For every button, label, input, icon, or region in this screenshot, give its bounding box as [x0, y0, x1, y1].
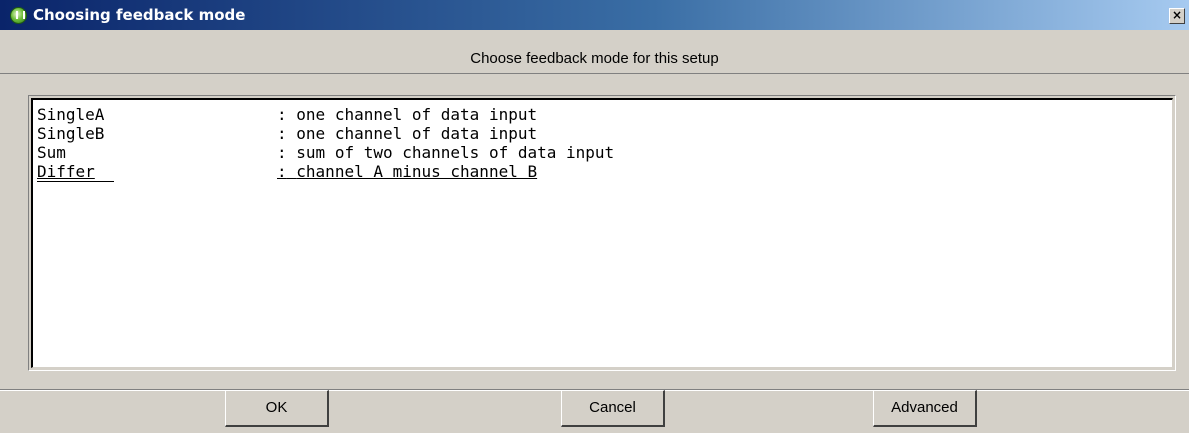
mode-description: : channel A minus channel B [277, 162, 538, 181]
close-button[interactable]: × [1169, 8, 1185, 24]
list-item-differ[interactable]: Differ : channel A minus channel B [37, 162, 537, 182]
mode-name: SingleB [37, 124, 105, 143]
mode-name: Sum [37, 143, 66, 162]
mode-name: SingleA [37, 105, 105, 124]
cancel-button[interactable]: Cancel [561, 390, 665, 427]
list-item-sum[interactable]: Sum : sum of two channels of data input [37, 143, 614, 162]
list-item-singlea[interactable]: SingleA : one channel of data input [37, 105, 537, 124]
mode-list[interactable]: SingleA : one channel of data input Sing… [31, 98, 1173, 368]
advanced-button[interactable]: Advanced [873, 390, 977, 427]
feedback-mode-dialog: Choosing feedback mode × Choose feedback… [0, 0, 1189, 433]
title-bar[interactable]: Choosing feedback mode × [0, 0, 1189, 30]
mode-description: : one channel of data input [277, 124, 538, 143]
mode-description: : one channel of data input [277, 105, 538, 124]
mode-description: : sum of two channels of data input [277, 143, 615, 162]
dialog-prompt: Choose feedback mode for this setup [0, 30, 1189, 74]
mode-name: Differ [37, 162, 95, 181]
mode-list-frame: SingleA : one channel of data input Sing… [28, 95, 1176, 371]
list-item-singleb[interactable]: SingleB : one channel of data input [37, 124, 537, 143]
ok-button[interactable]: OK [225, 390, 329, 427]
app-icon [10, 7, 27, 24]
window-title: Choosing feedback mode [33, 6, 246, 24]
close-icon: × [1171, 8, 1183, 22]
